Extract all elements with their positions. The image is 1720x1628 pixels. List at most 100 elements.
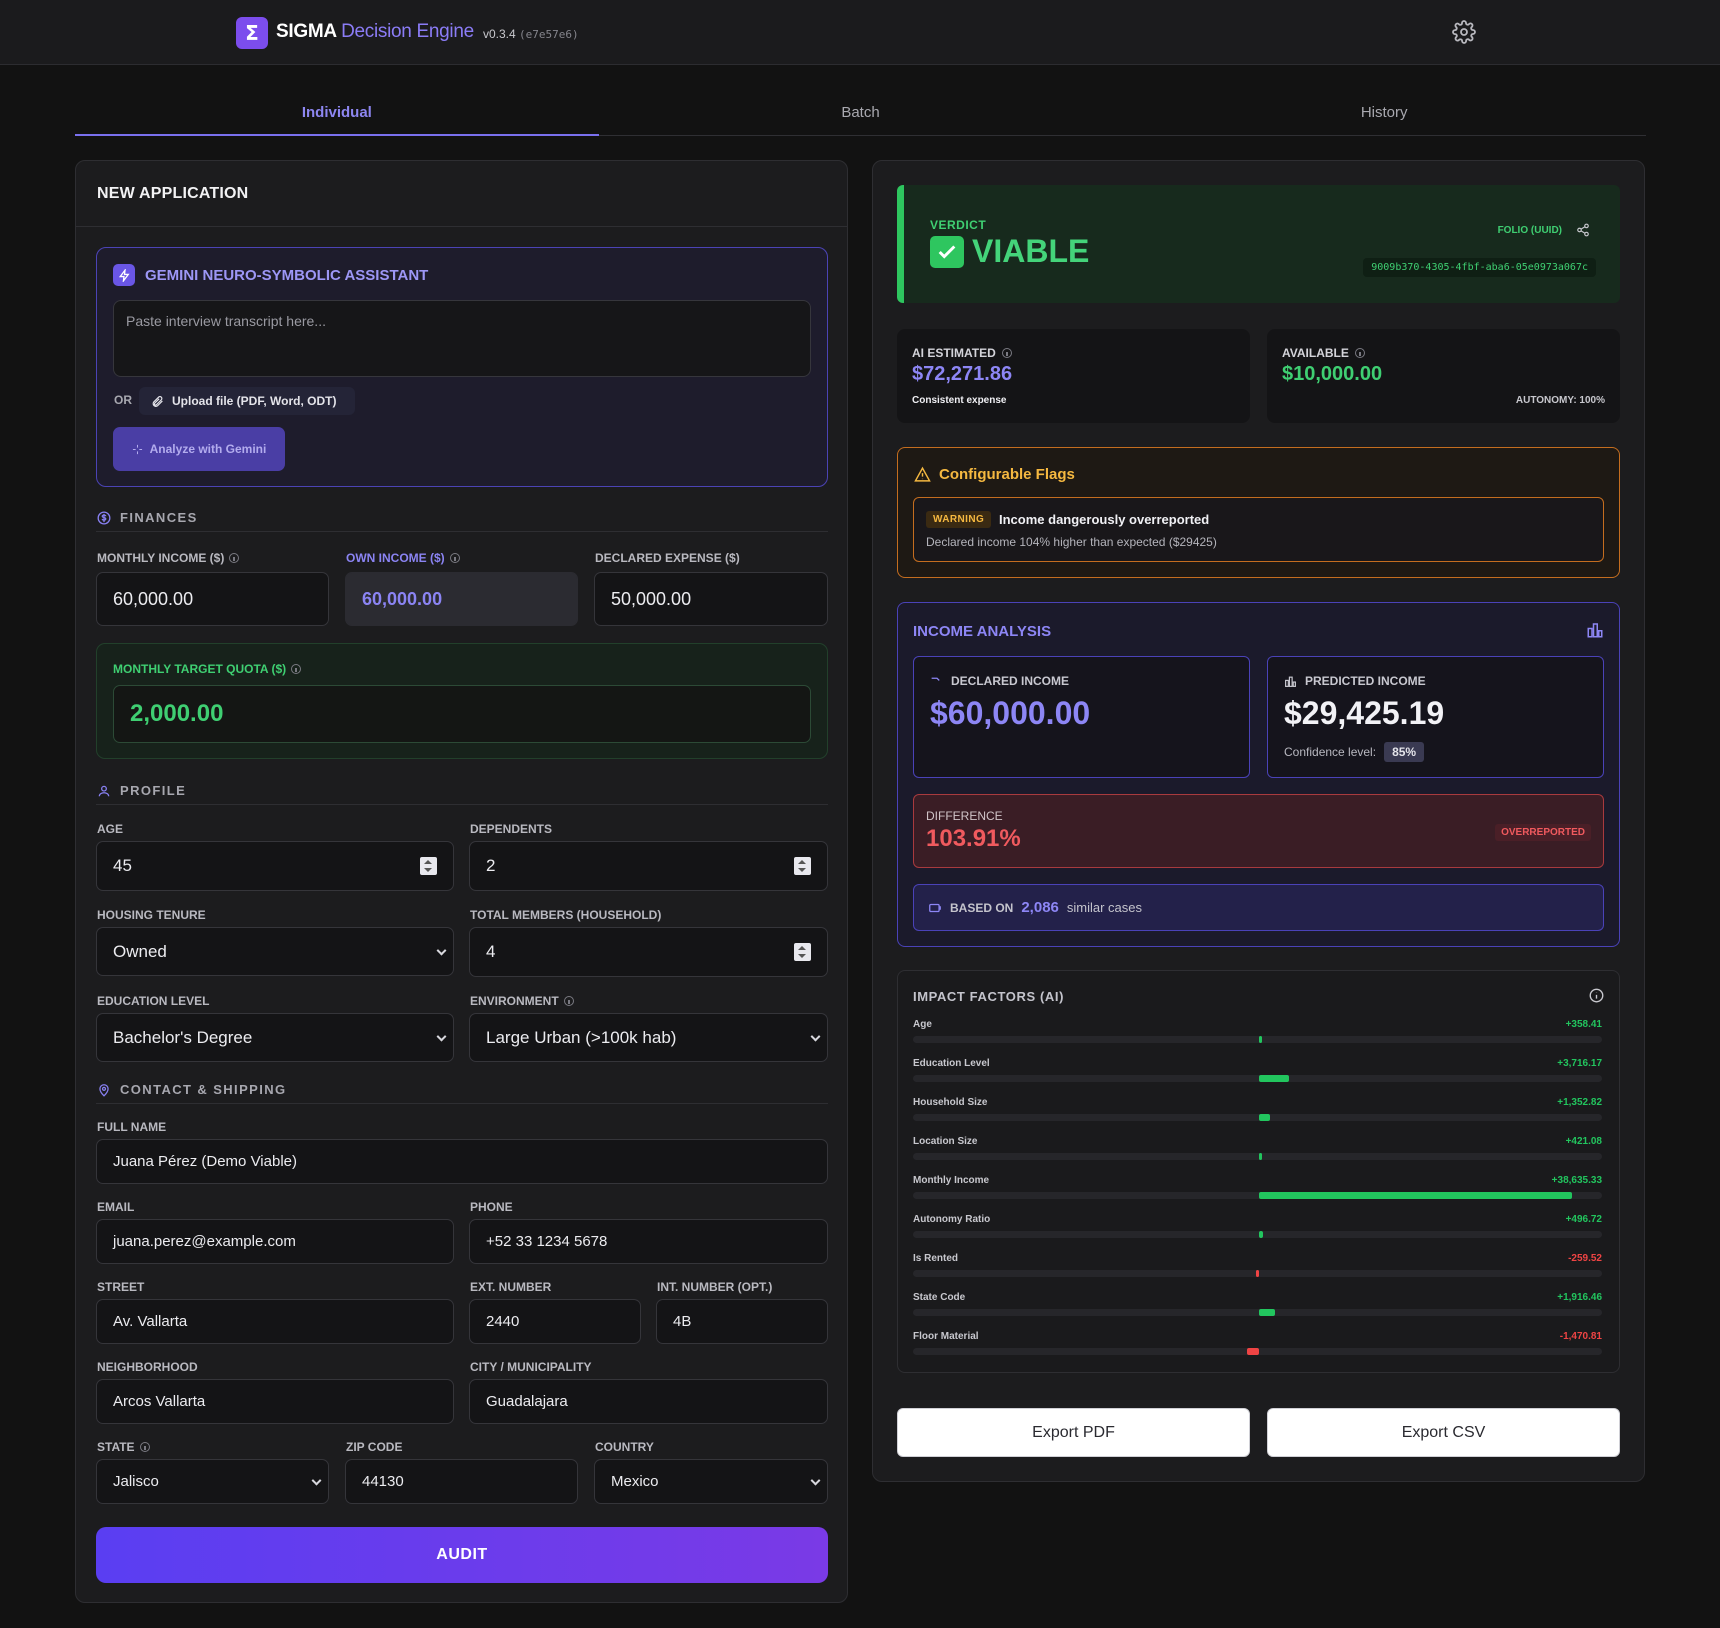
impact-factor-row: Education Level +3,716.17 <box>913 1058 1602 1088</box>
stepper-icon[interactable] <box>420 857 437 875</box>
analyze-gemini-button[interactable]: Analyze with Gemini <box>113 427 285 471</box>
int-number-input[interactable]: 4B <box>656 1299 828 1344</box>
confidence-row: Confidence level: 85% <box>1284 742 1425 762</box>
verdict-card: VERDICT VIABLE FOLIO (UUID) 9009b370-430… <box>897 185 1620 303</box>
impact-factor-name: Education Level <box>913 1058 990 1069</box>
country-value: Mexico <box>611 1473 659 1490</box>
based-on-label: BASED ON <box>950 900 1014 915</box>
help-icon[interactable] <box>1354 348 1365 358</box>
impact-factor-row: Monthly Income +38,635.33 <box>913 1175 1602 1205</box>
info-icon[interactable] <box>139 1442 150 1452</box>
panel-header: NEW APPLICATION <box>76 161 847 227</box>
age-input[interactable]: 45 <box>96 841 454 891</box>
similar-cases-bar: BASED ON 2,086 similar cases <box>913 884 1604 931</box>
map-pin-icon <box>99 1083 109 1097</box>
impact-factor-name: Monthly Income <box>913 1175 990 1186</box>
application-form-panel: NEW APPLICATION GEMINI NEURO-SYMBOLIC AS… <box>75 160 848 1603</box>
difference-label: DIFFERENCE <box>926 809 1003 823</box>
education-select[interactable]: Bachelor's Degree <box>96 1013 454 1062</box>
stepper-icon[interactable] <box>794 943 811 961</box>
stepper-icon[interactable] <box>794 857 811 875</box>
transcript-input[interactable]: Paste interview transcript here... <box>113 300 811 377</box>
info-icon[interactable] <box>563 996 574 1006</box>
upload-file-button[interactable]: Upload file (PDF, Word, ODT) <box>139 387 355 415</box>
user-icon <box>98 785 110 796</box>
zip-input[interactable]: 44130 <box>345 1459 578 1504</box>
environment-select[interactable]: Large Urban (>100k hab) <box>469 1013 828 1062</box>
country-select[interactable]: Mexico <box>594 1459 828 1504</box>
tab-batch[interactable]: Batch <box>599 92 1123 135</box>
housing-select[interactable]: Owned <box>96 927 454 976</box>
ai-estimated-label: AI ESTIMATED <box>912 346 1012 360</box>
email-input[interactable]: juana.perez@example.com <box>96 1219 454 1264</box>
target-quota-card: MONTHLY TARGET QUOTA ($) 2,000.00 <box>96 643 828 759</box>
target-quota-input[interactable]: 2,000.00 <box>113 685 811 743</box>
members-input[interactable]: 4 <box>469 927 828 977</box>
country-label: COUNTRY <box>595 1440 654 1454</box>
gear-icon[interactable] <box>1452 20 1476 44</box>
database-icon <box>929 903 941 912</box>
export-pdf-button[interactable]: Export PDF <box>897 1408 1250 1457</box>
info-icon[interactable] <box>1001 348 1012 358</box>
difference-card: DIFFERENCE 103.91% OVERREPORTED <box>913 794 1604 868</box>
check-icon <box>930 235 964 268</box>
impact-factor-row: Age +358.41 <box>913 1019 1602 1049</box>
impact-factor-bar <box>1259 1075 1290 1082</box>
share-icon[interactable] <box>1576 223 1590 237</box>
dependents-input[interactable]: 2 <box>469 841 828 891</box>
top-bar: Σ SIGMA Decision Engine v0.3.4 (e7e57e6) <box>0 0 1720 65</box>
dependents-label: DEPENDENTS <box>470 822 553 836</box>
section-title: PROFILE <box>120 783 187 798</box>
flag-item: WARNING Income dangerously overreported … <box>913 497 1604 562</box>
impact-factor-bar <box>1259 1192 1572 1199</box>
overreported-badge: OVERREPORTED <box>1495 824 1591 841</box>
city-input[interactable]: Guadalajara <box>469 1379 828 1424</box>
impact-factors-title: IMPACT FACTORS (AI) <box>913 989 1065 1004</box>
version-number: v0.3.4 <box>483 27 516 41</box>
contact-section-header: CONTACT & SHIPPING <box>97 1082 287 1097</box>
info-icon[interactable] <box>229 553 240 563</box>
street-input[interactable]: Av. Vallarta <box>96 1299 454 1344</box>
impact-factor-row: Floor Material -1,470.81 <box>913 1331 1602 1361</box>
divider <box>96 1103 828 1104</box>
main-tabs: Individual Batch History <box>75 92 1646 136</box>
label-text: MONTHLY INCOME ($) <box>97 551 225 565</box>
label-text: PREDICTED INCOME <box>1305 674 1426 688</box>
neighborhood-input[interactable]: Arcos Vallarta <box>96 1379 454 1424</box>
chevron-down-icon <box>311 1475 322 1486</box>
label-text: STATE <box>97 1440 135 1454</box>
audit-button[interactable]: AUDIT <box>96 1527 828 1583</box>
ext-number-input[interactable]: 2440 <box>469 1299 641 1344</box>
impact-factor-name: Autonomy Ratio <box>913 1214 991 1225</box>
ext-number-label: EXT. NUMBER <box>470 1280 552 1294</box>
impact-factor-track <box>913 1348 1602 1355</box>
declared-expense-input[interactable]: 50,000.00 <box>594 572 828 626</box>
info-icon[interactable] <box>449 553 460 563</box>
warning-badge: WARNING <box>926 511 992 528</box>
folio-label: FOLIO (UUID) <box>1498 223 1590 237</box>
info-icon[interactable] <box>291 664 302 674</box>
monthly-income-input[interactable]: 60,000.00 <box>96 572 329 626</box>
impact-factor-value: -259.52 <box>1568 1253 1602 1264</box>
phone-input[interactable]: +52 33 1234 5678 <box>469 1219 828 1264</box>
folio-uuid: 9009b370-4305-4fbf-aba6-05e0973a067c <box>1363 258 1596 277</box>
chart-icon[interactable] <box>1586 621 1604 639</box>
divider <box>96 804 828 805</box>
impact-factor-value: +3,716.17 <box>1557 1058 1602 1069</box>
profile-section-header: PROFILE <box>97 783 186 798</box>
impact-factors-card: IMPACT FACTORS (AI) Age +358.41 Education … <box>897 970 1620 1373</box>
verdict-value: VIABLE <box>930 233 1089 270</box>
flags-title-text: Configurable Flags <box>939 466 1075 483</box>
tab-individual[interactable]: Individual <box>75 92 599 136</box>
impact-factor-value: +358.41 <box>1565 1019 1602 1030</box>
city-label: CITY / MUNICIPALITY <box>470 1360 592 1374</box>
export-csv-button[interactable]: Export CSV <box>1267 1408 1620 1457</box>
section-title: FINANCES <box>120 510 198 525</box>
info-icon[interactable] <box>1589 988 1604 1003</box>
own-income-input: 60,000.00 <box>345 572 578 626</box>
tab-history[interactable]: History <box>1122 92 1646 135</box>
or-label: OR <box>114 393 132 407</box>
state-select[interactable]: Jalisco <box>96 1459 329 1504</box>
full-name-input[interactable]: Juana Pérez (Demo Viable) <box>96 1139 828 1184</box>
confidence-label: Confidence level: <box>1284 745 1377 759</box>
